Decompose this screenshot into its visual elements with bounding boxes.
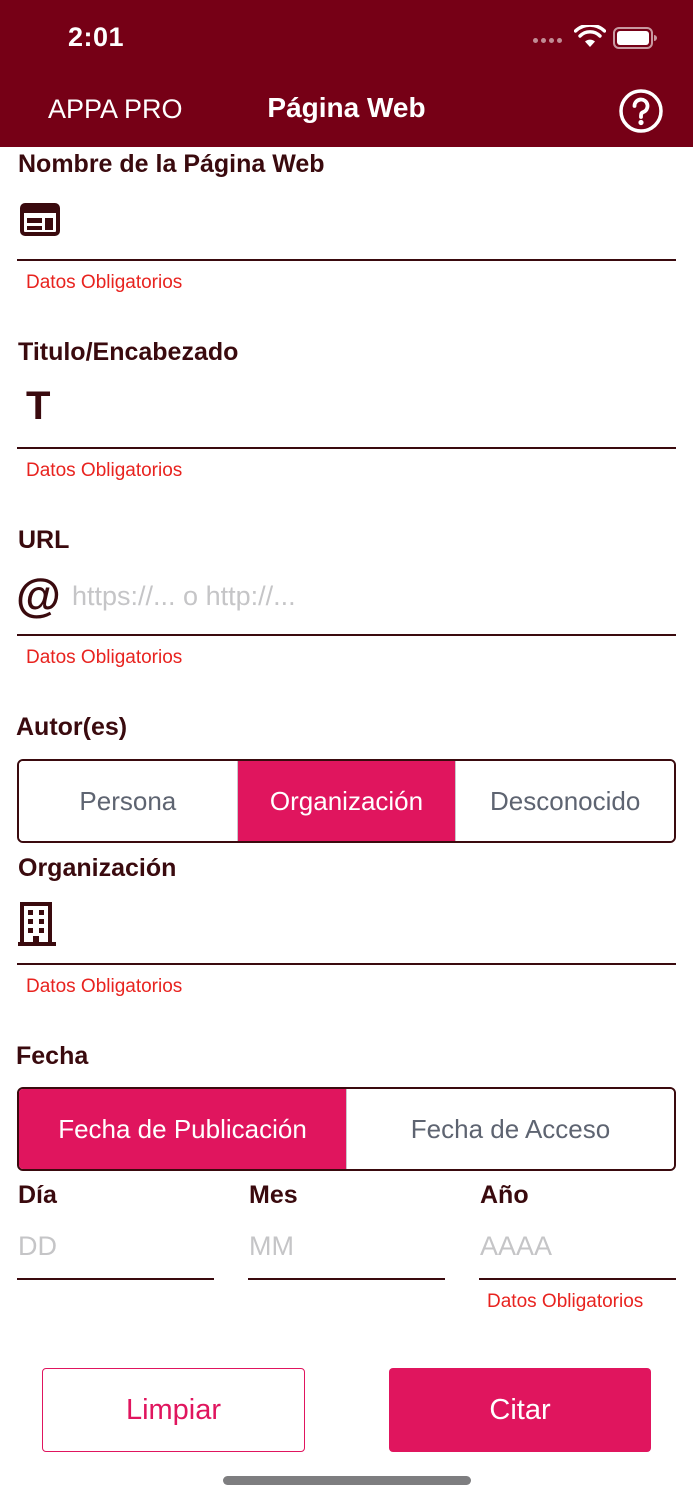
cite-button[interactable]: Citar [389,1368,651,1452]
url-required-note: Datos Obligatorios [26,647,183,668]
title-input[interactable] [70,383,676,433]
segment-organizacion[interactable]: Organización [236,761,456,841]
at-sign-icon: @ [16,569,61,621]
month-underline [248,1278,445,1280]
day-input[interactable] [18,1221,214,1271]
home-indicator [223,1476,471,1485]
web-window-icon [20,203,60,236]
title-required-note: Datos Obligatorios [26,460,183,481]
month-input[interactable] [249,1221,445,1271]
day-underline [17,1278,214,1280]
organization-label: Organización [18,854,177,882]
building-icon [18,902,56,946]
question-circle-icon[interactable] [618,88,664,134]
website-name-label: Nombre de la Página Web [18,150,325,178]
cellular-signal-icon [533,38,562,43]
year-label: Año [480,1181,529,1209]
segment-persona[interactable]: Persona [19,761,237,841]
date-type-segmented-control: Fecha de Publicación Fecha de Acceso [17,1087,676,1171]
year-underline [479,1278,676,1280]
url-input[interactable] [72,571,676,621]
url-label: URL [18,526,70,554]
url-underline [17,634,676,636]
year-input[interactable] [480,1221,676,1271]
text-t-icon: T [26,384,51,428]
segment-fecha-acceso[interactable]: Fecha de Acceso [346,1089,674,1169]
website-name-underline [17,259,676,261]
wifi-icon [574,25,606,47]
title-label: Titulo/Encabezado [18,338,239,366]
organization-required-note: Datos Obligatorios [26,976,183,997]
website-name-input[interactable] [70,195,676,245]
day-label: Día [18,1181,57,1209]
organization-input[interactable] [72,900,676,950]
segment-desconocido[interactable]: Desconocido [455,761,674,841]
status-time: 2:01 [68,22,125,52]
month-label: Mes [249,1181,298,1209]
year-required-note: Datos Obligatorios [487,1291,644,1312]
author-type-segmented-control: Persona Organización Desconocido [17,759,676,843]
clear-button[interactable]: Limpiar [42,1368,305,1452]
battery-icon [613,27,657,49]
title-underline [17,447,676,449]
organization-underline [17,963,676,965]
back-button[interactable]: APPA PRO [48,94,183,125]
website-name-required-note: Datos Obligatorios [26,272,183,293]
segment-fecha-publicacion[interactable]: Fecha de Publicación [19,1089,346,1169]
authors-label: Autor(es) [16,713,128,741]
app-header: 2:01 APPA PRO Página Web [0,0,693,147]
date-label: Fecha [16,1042,89,1070]
